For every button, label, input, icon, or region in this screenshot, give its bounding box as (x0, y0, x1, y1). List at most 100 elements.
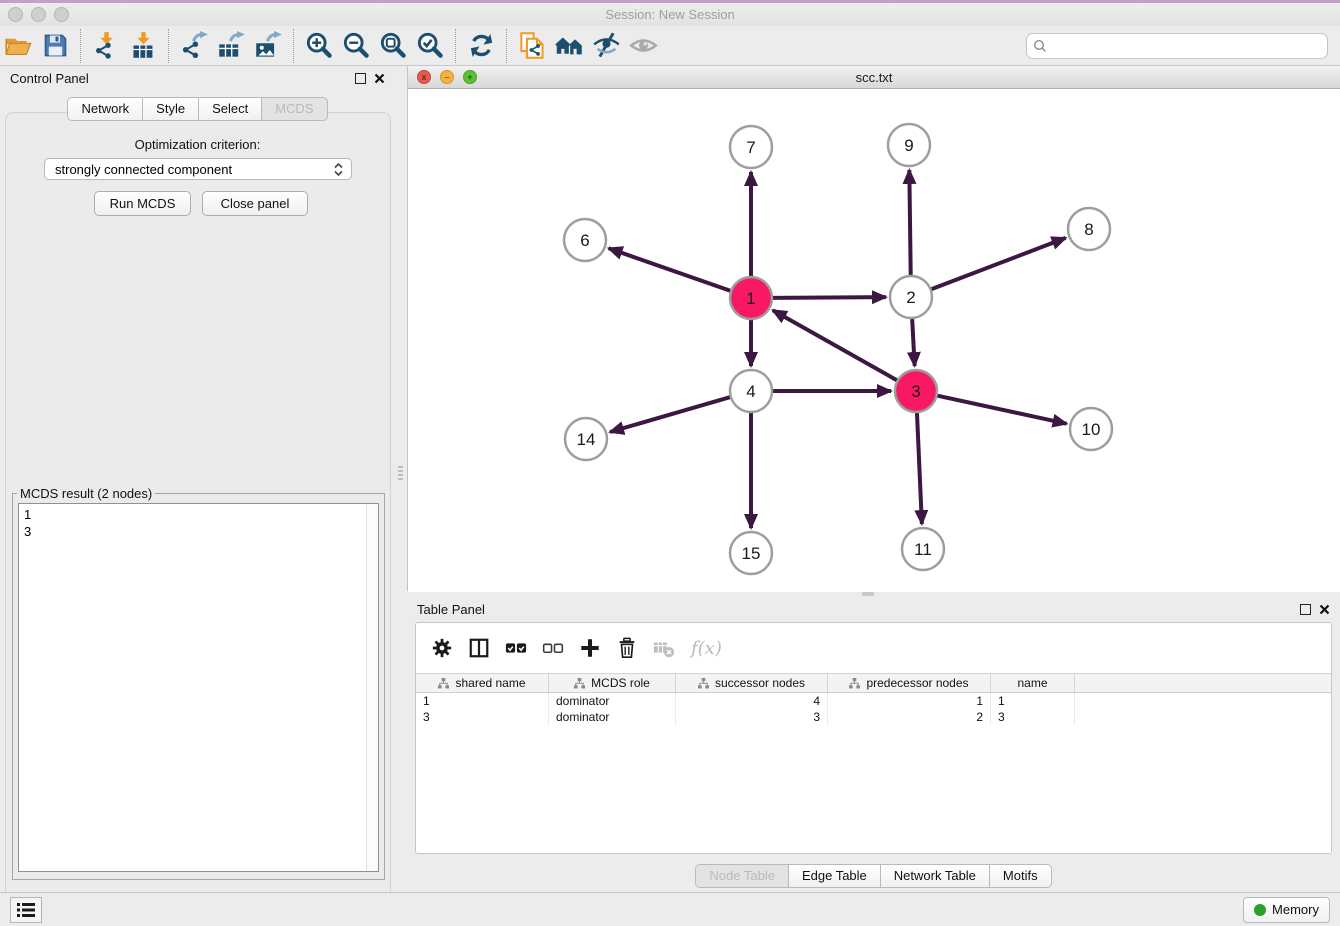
table-cell[interactable]: 2 (828, 709, 991, 725)
control-panel-title: Control Panel (10, 71, 89, 86)
graph-edge-2-9[interactable] (909, 170, 910, 275)
memory-button[interactable]: Memory (1243, 897, 1330, 923)
table-cell[interactable]: 3 (676, 709, 828, 725)
hierarchy-icon (574, 678, 585, 689)
memory-label: Memory (1272, 902, 1319, 917)
splitter-grip[interactable] (398, 466, 403, 480)
deselect-all-icon[interactable] (539, 634, 567, 662)
graph-node-label: 3 (911, 382, 920, 401)
mcds-result-scrollbar[interactable] (366, 504, 378, 871)
mcds-result-line: 1 (24, 506, 373, 523)
graph-edge-1-2[interactable] (773, 297, 886, 298)
function-builder-icon: f(x) (687, 638, 722, 659)
graph-edge-4-14[interactable] (610, 397, 730, 432)
window-title: Session: New Session (0, 7, 1340, 22)
home-neighbors-icon[interactable] (551, 28, 588, 64)
column-header-predecessor-nodes[interactable]: predecessor nodes (828, 674, 991, 692)
close-panel-icon[interactable] (374, 73, 385, 84)
export-table-icon[interactable] (213, 28, 250, 64)
graph-edge-2-3[interactable] (912, 319, 915, 366)
column-header-shared-name[interactable]: shared name (416, 674, 549, 692)
tab-select[interactable]: Select (199, 97, 262, 121)
vertical-splitter[interactable] (395, 66, 407, 892)
run-mcds-button[interactable]: Run MCDS (94, 191, 191, 216)
criterion-value: strongly connected component (55, 162, 232, 177)
table-panel: Table Panel f(x) shared nameMCDS rolesuc… (407, 597, 1340, 892)
table-cell[interactable]: dominator (549, 709, 676, 725)
graph-edge-1-6[interactable] (609, 248, 731, 290)
gear-icon[interactable] (428, 634, 456, 662)
zoom-in-icon[interactable] (301, 28, 338, 64)
graphics-details-icon[interactable] (588, 28, 625, 64)
mcds-result-title: MCDS result (2 nodes) (17, 486, 155, 501)
save-session-icon[interactable] (37, 28, 74, 64)
clone-network-icon[interactable] (514, 28, 551, 64)
node-table: shared nameMCDS rolesuccessor nodesprede… (416, 673, 1331, 725)
zoom-selected-icon[interactable] (412, 28, 449, 64)
open-file-icon[interactable] (0, 28, 37, 64)
close-panel-button[interactable]: Close panel (202, 191, 308, 216)
import-table-icon[interactable] (125, 28, 162, 64)
control-panel-tabs: NetworkStyleSelectMCDS (0, 97, 395, 121)
table-row[interactable]: 1dominator411 (416, 693, 1331, 709)
task-history-button[interactable] (10, 897, 42, 923)
table-cell[interactable]: dominator (549, 693, 676, 709)
tab-node-table[interactable]: Node Table (695, 864, 789, 888)
tab-network-table[interactable]: Network Table (881, 864, 990, 888)
network-canvas[interactable]: 1234678910111415 (408, 89, 1340, 592)
network-view-titlebar[interactable]: x – + scc.txt (408, 66, 1340, 89)
float-panel-icon[interactable] (355, 73, 366, 84)
add-column-icon[interactable] (576, 634, 604, 662)
delete-column-icon[interactable] (613, 634, 641, 662)
tab-edge-table[interactable]: Edge Table (789, 864, 881, 888)
graph-node-label: 6 (580, 231, 589, 250)
delete-table-icon (650, 634, 678, 662)
criterion-select[interactable]: strongly connected component (44, 158, 352, 180)
column-header-successor-nodes[interactable]: successor nodes (676, 674, 828, 692)
graph-node-label: 7 (746, 138, 755, 157)
column-header-name[interactable]: name (991, 674, 1075, 692)
table-panel-tabs: Node TableEdge TableNetwork TableMotifs (407, 864, 1340, 888)
status-bar: Memory (0, 892, 1340, 926)
table-panel-header: Table Panel (407, 597, 1340, 621)
search-input[interactable] (1047, 37, 1321, 54)
graph-edge-3-10[interactable] (937, 396, 1066, 424)
split-panel-icon[interactable] (465, 634, 493, 662)
table-cell[interactable]: 3 (991, 709, 1075, 725)
column-header-MCDS-role[interactable]: MCDS role (549, 674, 676, 692)
tab-motifs[interactable]: Motifs (990, 864, 1052, 888)
table-cell[interactable]: 1 (991, 693, 1075, 709)
tab-style[interactable]: Style (143, 97, 199, 121)
export-image-icon[interactable] (250, 28, 287, 64)
search-box[interactable] (1026, 33, 1328, 59)
table-cell[interactable]: 3 (416, 709, 549, 725)
graph-node-label: 8 (1084, 220, 1093, 239)
memory-status-icon (1254, 904, 1266, 916)
graph-edge-2-8[interactable] (932, 238, 1066, 289)
table-cell[interactable]: 1 (828, 693, 991, 709)
table-row[interactable]: 3dominator323 (416, 709, 1331, 725)
eye-icon[interactable] (625, 28, 662, 64)
table-cell[interactable]: 4 (676, 693, 828, 709)
zoom-out-icon[interactable] (338, 28, 375, 64)
toolbar-separator (506, 29, 508, 63)
network-view-window: x – + scc.txt 1234678910111415 (407, 66, 1340, 591)
select-all-icon[interactable] (502, 634, 530, 662)
graph-edge-3-1[interactable] (773, 310, 897, 380)
table-cell[interactable]: 1 (416, 693, 549, 709)
import-network-icon[interactable] (88, 28, 125, 64)
graph-edge-3-11[interactable] (917, 413, 922, 524)
float-panel-icon[interactable] (1300, 604, 1311, 615)
graph-node-label: 10 (1082, 420, 1101, 439)
export-network-icon[interactable] (176, 28, 213, 64)
table-panel-body: f(x) shared nameMCDS rolesuccessor nodes… (415, 622, 1332, 854)
refresh-layout-icon[interactable] (463, 28, 500, 64)
mcds-result-text[interactable]: 13 (18, 503, 379, 872)
zoom-fit-icon[interactable] (375, 28, 412, 64)
splitter-grip[interactable] (862, 592, 874, 596)
window-titlebar[interactable]: Session: New Session (0, 3, 1340, 26)
graph-node-label: 9 (904, 136, 913, 155)
close-panel-icon[interactable] (1319, 604, 1330, 615)
tab-network[interactable]: Network (67, 97, 143, 121)
tab-mcds[interactable]: MCDS (262, 97, 327, 121)
